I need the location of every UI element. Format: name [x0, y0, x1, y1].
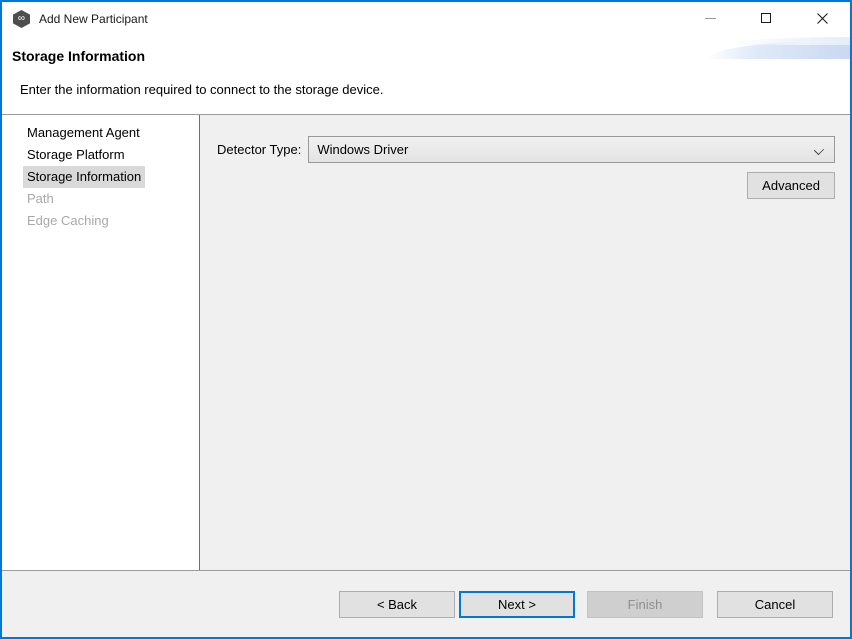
detector-type-selected-value: Windows Driver	[317, 142, 408, 157]
titlebar[interactable]: ∞ Add New Participant	[2, 2, 850, 36]
wizard-page-content: Detector Type: Windows Driver Advanced	[200, 115, 850, 570]
maximize-button[interactable]	[738, 2, 794, 34]
sidebar-item-storage-information[interactable]: Storage Information	[23, 166, 145, 188]
wizard-header: Storage Information Enter the informatio…	[2, 36, 850, 115]
sidebar-item-path: Path	[23, 188, 58, 210]
sidebar-item-storage-platform[interactable]: Storage Platform	[23, 144, 129, 166]
detector-type-row: Detector Type: Windows Driver	[217, 136, 835, 163]
close-icon	[816, 12, 829, 25]
sidebar-item-management-agent[interactable]: Management Agent	[23, 122, 144, 144]
next-button[interactable]: Next >	[459, 591, 575, 618]
close-button[interactable]	[794, 2, 850, 34]
detector-type-dropdown[interactable]: Windows Driver	[308, 136, 835, 163]
advanced-button[interactable]: Advanced	[747, 172, 835, 199]
maximize-icon	[761, 13, 771, 23]
cancel-button[interactable]: Cancel	[717, 591, 833, 618]
finish-button[interactable]: Finish	[587, 591, 703, 618]
minimize-icon	[705, 18, 716, 19]
sidebar-item-edge-caching: Edge Caching	[23, 210, 113, 232]
chevron-down-icon	[814, 145, 824, 155]
add-new-participant-dialog: ∞ Add New Participant Storage Informatio…	[0, 0, 852, 639]
caption-buttons	[682, 2, 850, 34]
advanced-row: Advanced	[217, 172, 835, 199]
window-title: Add New Participant	[39, 12, 148, 26]
page-description: Enter the information required to connec…	[20, 82, 384, 97]
wizard-steps-sidebar: Management Agent Storage Platform Storag…	[2, 115, 200, 570]
back-button[interactable]: < Back	[339, 591, 455, 618]
minimize-button[interactable]	[682, 2, 738, 34]
wizard-button-bar: < Back Next > Finish Cancel	[2, 570, 850, 637]
page-title: Storage Information	[12, 48, 145, 64]
header-swoosh-decoration	[708, 40, 850, 59]
app-icon: ∞	[13, 10, 30, 28]
dialog-body: Management Agent Storage Platform Storag…	[2, 115, 850, 570]
detector-type-label: Detector Type:	[217, 142, 301, 157]
